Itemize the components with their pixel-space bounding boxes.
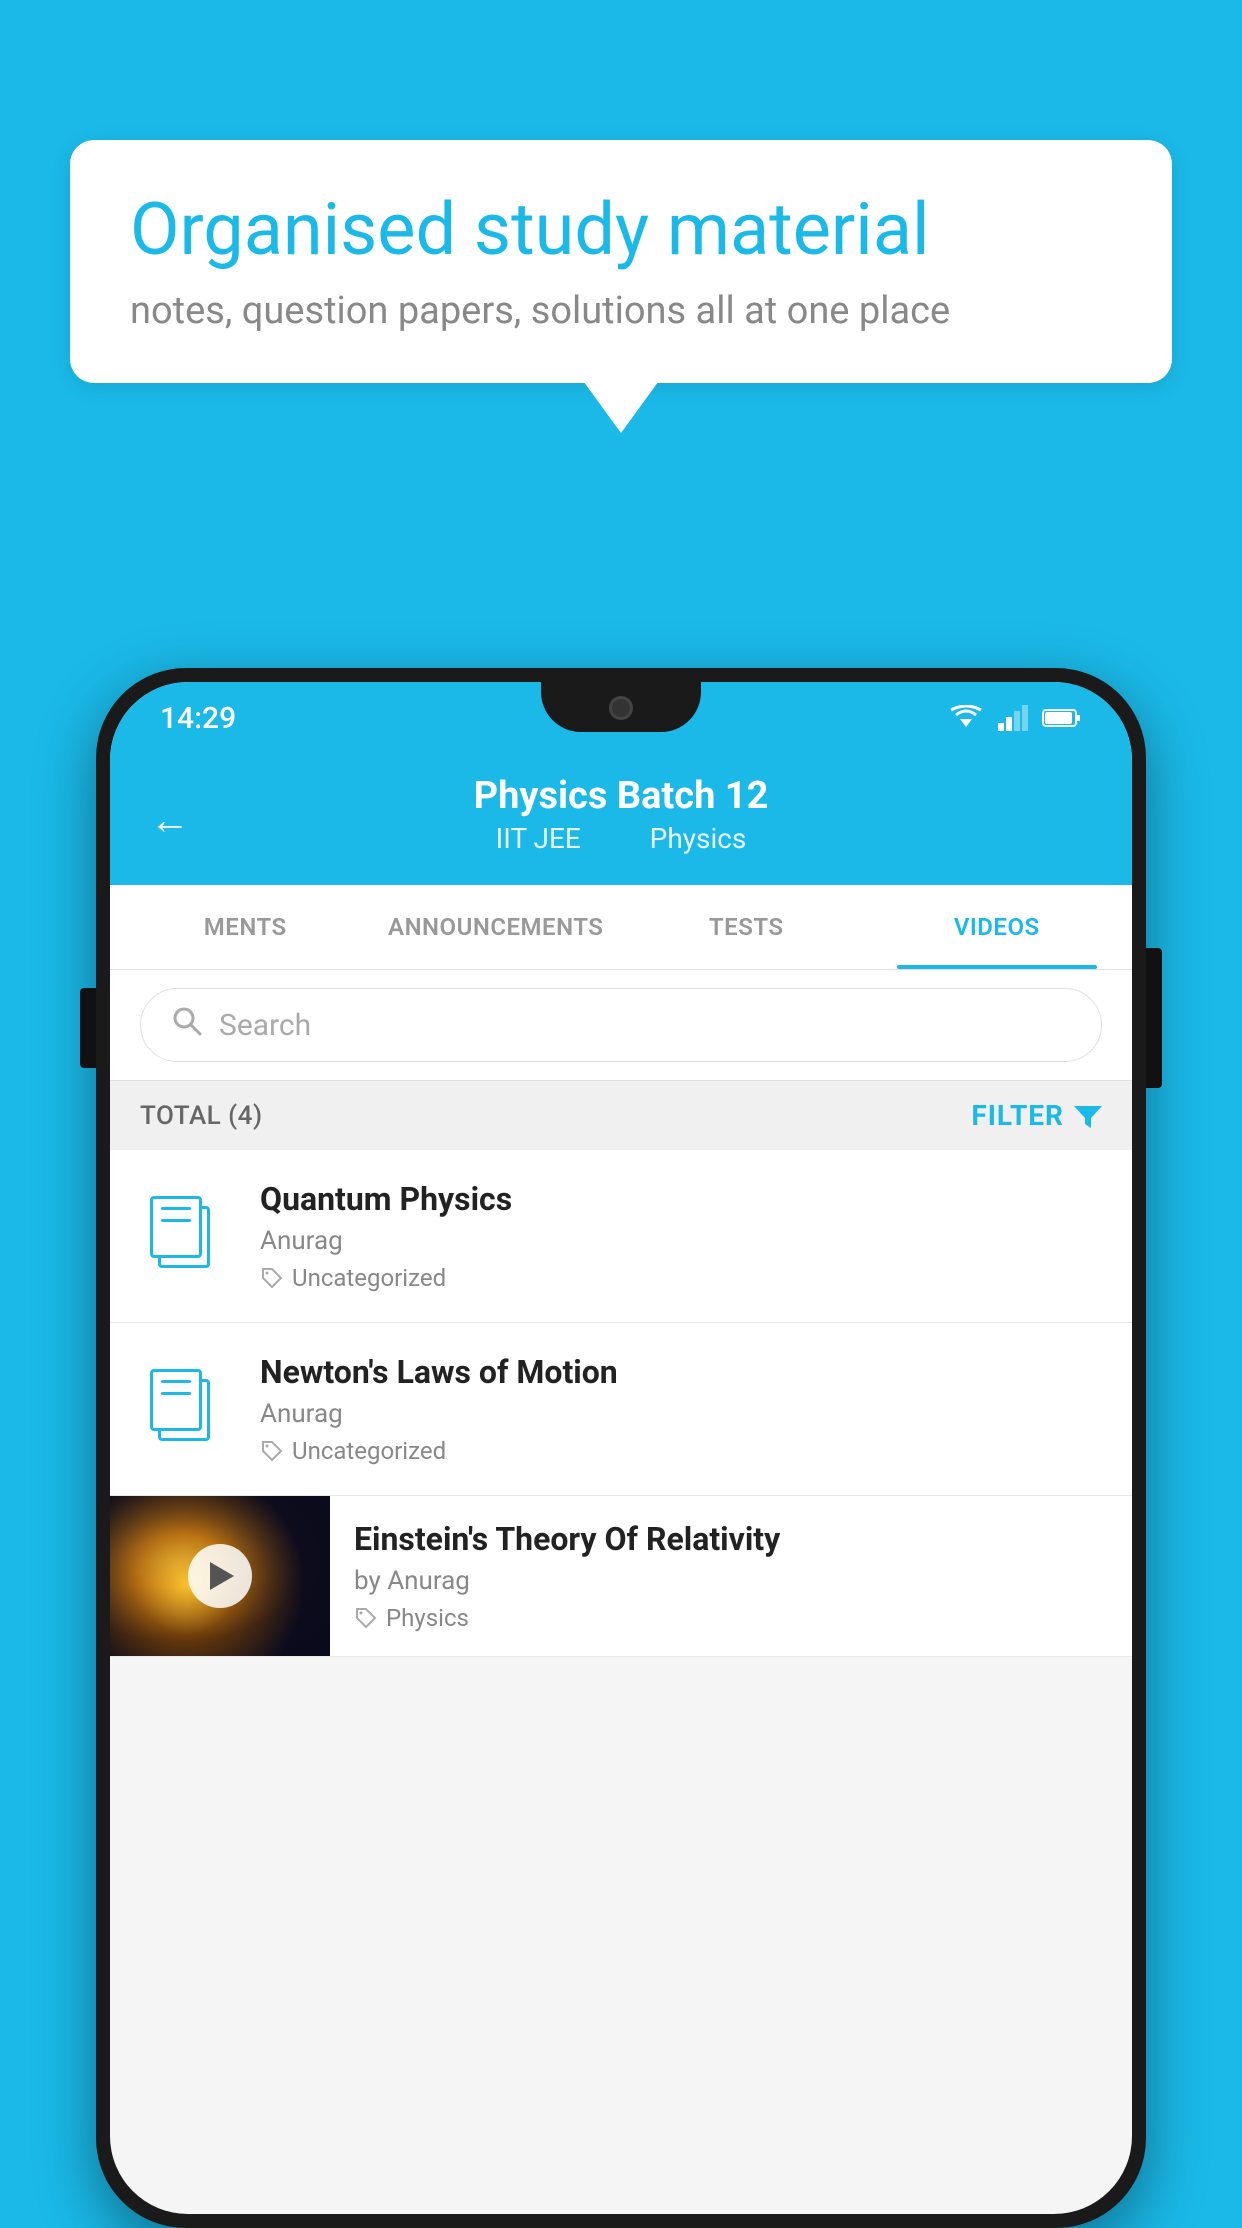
tab-tests[interactable]: TESTS [621, 885, 872, 969]
side-button-right [1146, 948, 1162, 1088]
tag-icon [260, 1439, 284, 1463]
search-placeholder: Search [219, 1008, 311, 1043]
video-thumbnail [110, 1496, 330, 1656]
notch [541, 682, 701, 732]
tag-icon [260, 1266, 284, 1290]
tab-bar: MENTS ANNOUNCEMENTS TESTS VIDEOS [110, 885, 1132, 970]
video-title: Newton's Laws of Motion [260, 1353, 1102, 1391]
speech-bubble: Organised study material notes, question… [70, 140, 1172, 383]
video-tag: Uncategorized [260, 1437, 1102, 1465]
camera [609, 696, 633, 720]
header-title: Physics Batch 12 [150, 774, 1092, 818]
phone-frame: 14:29 [96, 668, 1146, 2228]
header-subtitle: IIT JEE Physics [150, 822, 1092, 855]
tab-ments[interactable]: MENTS [120, 885, 371, 969]
file-icon-wrapper [140, 1196, 230, 1276]
filter-button[interactable]: FILTER [971, 1099, 1102, 1132]
status-bar: 14:29 [110, 682, 1132, 754]
speech-bubble-section: Organised study material notes, question… [70, 140, 1172, 383]
status-time: 14:29 [160, 701, 236, 736]
file-icon [150, 1196, 220, 1276]
video-author: by Anurag [354, 1566, 1108, 1596]
video-info: Einstein's Theory Of Relativity by Anura… [330, 1496, 1132, 1656]
video-info: Quantum Physics Anurag Uncategorized [260, 1180, 1102, 1292]
file-page2 [150, 1369, 202, 1431]
video-tag: Uncategorized [260, 1264, 1102, 1292]
file-page2 [150, 1196, 202, 1258]
tab-videos[interactable]: VIDEOS [872, 885, 1123, 969]
search-input-wrapper[interactable]: Search [140, 988, 1102, 1062]
search-bar: Search [110, 970, 1132, 1081]
video-list: Quantum Physics Anurag Uncategorized [110, 1150, 1132, 1657]
video-author: Anurag [260, 1226, 1102, 1256]
app-header: ← Physics Batch 12 IIT JEE Physics [110, 754, 1132, 885]
phone-screen: 14:29 [110, 682, 1132, 2214]
tab-announcements[interactable]: ANNOUNCEMENTS [371, 885, 622, 969]
file-icon [150, 1369, 220, 1449]
list-item[interactable]: Einstein's Theory Of Relativity by Anura… [110, 1496, 1132, 1657]
video-title: Einstein's Theory Of Relativity [354, 1520, 1108, 1558]
back-button[interactable]: ← [150, 796, 190, 843]
status-icons [948, 705, 1082, 731]
side-button-left [80, 988, 96, 1068]
search-icon [171, 1005, 203, 1045]
video-author: Anurag [260, 1399, 1102, 1429]
speech-bubble-heading: Organised study material [130, 190, 1112, 269]
video-info: Newton's Laws of Motion Anurag Uncategor… [260, 1353, 1102, 1465]
wifi-icon [948, 705, 984, 731]
filter-icon [1074, 1102, 1102, 1130]
list-item[interactable]: Quantum Physics Anurag Uncategorized [110, 1150, 1132, 1323]
file-icon-wrapper [140, 1369, 230, 1449]
filter-row: TOTAL (4) FILTER [110, 1081, 1132, 1150]
tag-icon [354, 1606, 378, 1630]
list-item[interactable]: Newton's Laws of Motion Anurag Uncategor… [110, 1323, 1132, 1496]
signal-icon [998, 705, 1028, 731]
battery-icon [1042, 707, 1082, 729]
subtitle-separator [612, 822, 626, 855]
total-label: TOTAL (4) [140, 1101, 263, 1131]
subtitle-part2: Physics [650, 822, 747, 855]
speech-bubble-subtext: notes, question papers, solutions all at… [130, 289, 1112, 333]
play-icon [210, 1562, 234, 1590]
video-tag: Physics [354, 1604, 1108, 1632]
play-button[interactable] [188, 1544, 252, 1608]
subtitle-part1: IIT JEE [496, 822, 581, 855]
video-title: Quantum Physics [260, 1180, 1102, 1218]
